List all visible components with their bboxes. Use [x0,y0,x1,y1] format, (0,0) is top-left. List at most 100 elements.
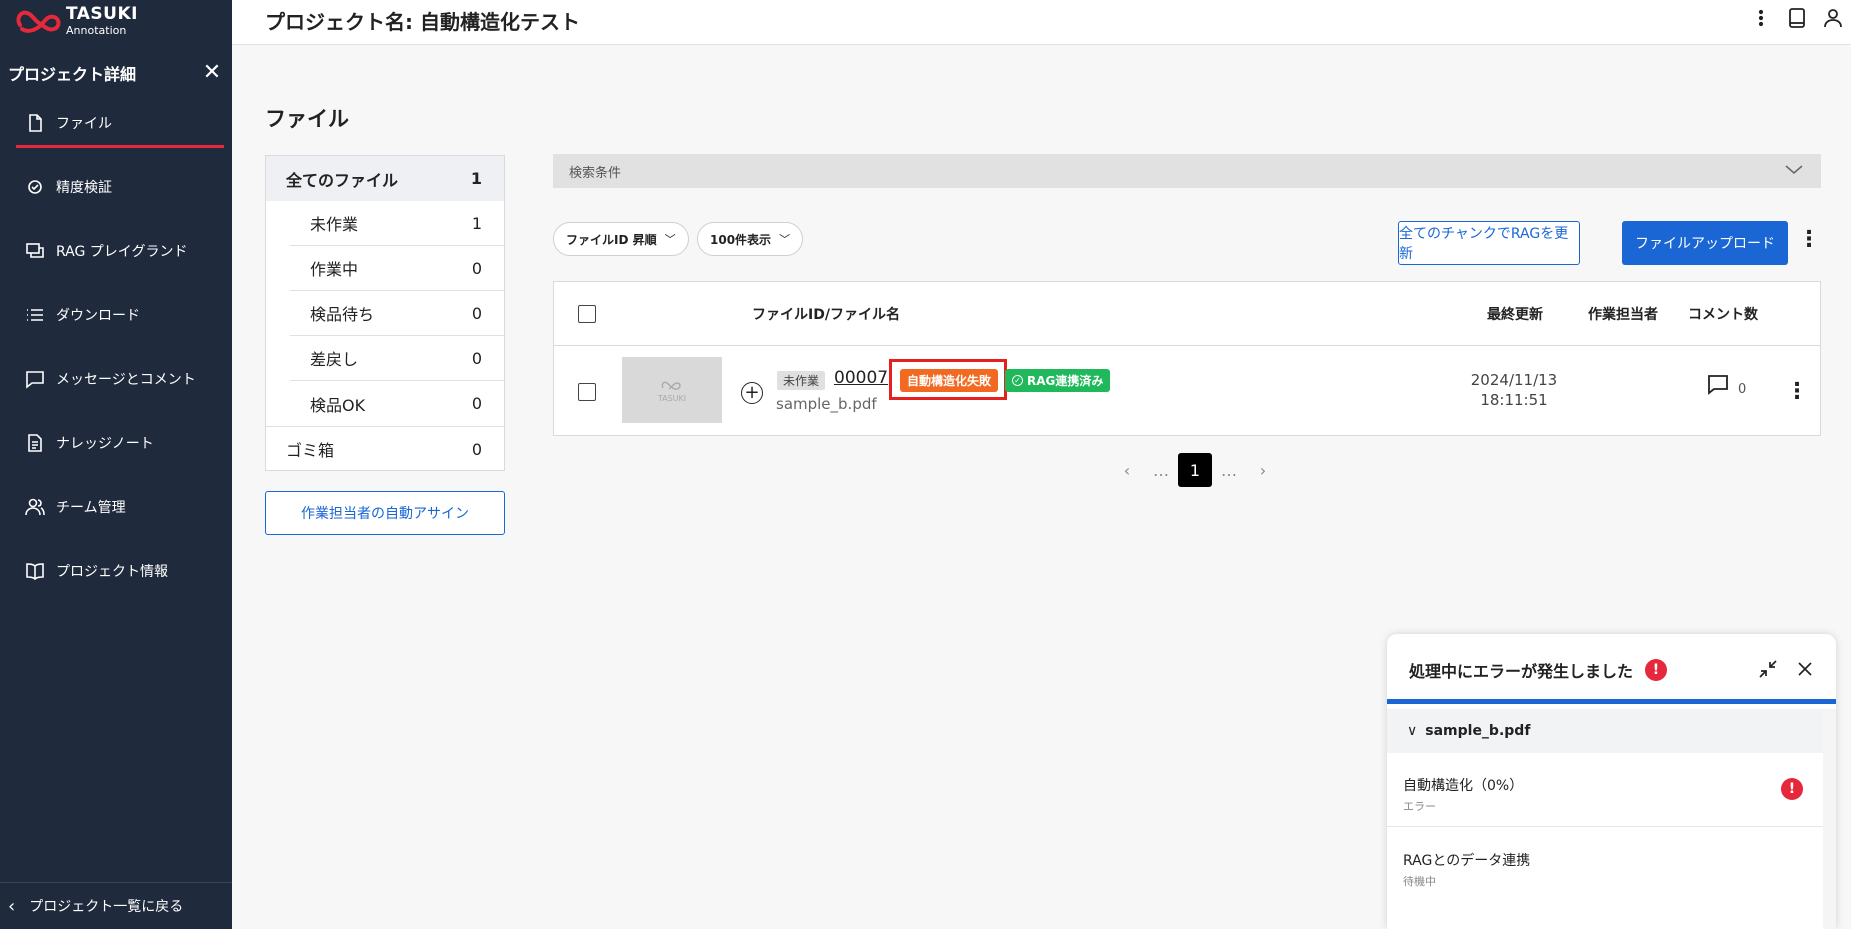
step-status: 待機中 [1403,875,1436,888]
sidebar-item-accuracy[interactable]: 精度検証 [24,177,112,197]
sidebar-header: プロジェクト詳細 ✕ [8,60,224,85]
sidebar-item-file[interactable]: ファイル [24,113,112,133]
sidebar-title: プロジェクト詳細 [8,64,137,84]
team-icon [24,497,46,517]
sidebar-item-rag-playground[interactable]: RAG プレイグランド [24,241,188,261]
last-updated: 2024/11/13 18:11:51 [1464,370,1564,410]
more-vertical-icon[interactable]: ⋮ [1798,226,1820,254]
per-page-select[interactable]: 100件表示 ﹀ [697,222,804,256]
sidebar: TASUKI Annotation プロジェクト詳細 ✕ ファイル 精度検証 R… [0,0,232,929]
filter-label: 作業中 [310,260,359,279]
filter-label: 全てのファイル [286,170,399,190]
page-heading: ファイル [265,107,349,131]
more-vertical-icon[interactable] [1743,4,1779,32]
filter-label: 未作業 [310,215,359,234]
filter-in-progress[interactable]: 作業中 0 [290,246,504,291]
file-thumbnail[interactable]: TASUKI [622,357,722,423]
chevron-down-icon: ﹀ [664,233,676,246]
current-page-button[interactable]: 1 [1178,453,1212,487]
manual-book-icon[interactable] [1779,4,1815,32]
highlight-box [889,359,1007,400]
row-checkbox[interactable] [578,383,596,401]
filter-label: 差戻し [310,350,359,369]
back-label: プロジェクト一覧に戻る [29,899,184,915]
page-title: プロジェクト名: 自動構造化テスト [265,10,580,34]
back-to-projects-link[interactable]: ‹ プロジェクト一覧に戻る [0,882,232,929]
pagination: ‹ … 1 … › [1110,453,1280,487]
error-file-toggle[interactable]: ∨ sample_b.pdf [1387,709,1823,753]
filter-inspection-ok[interactable]: 検品OK 0 [290,381,504,426]
filter-count: 1 [471,213,482,233]
alert-icon: ! [1781,778,1803,800]
file-id-link[interactable]: 00007 [834,368,888,388]
scrollbar[interactable] [1823,709,1836,929]
pagination-ellipsis: … [1221,460,1237,480]
expand-plus-icon[interactable]: + [741,382,763,404]
sidebar-item-project-info[interactable]: プロジェクト情報 [24,561,168,581]
accuracy-icon [24,177,46,197]
filter-unstarted[interactable]: 未作業 1 [290,201,504,246]
filter-count: 0 [471,303,482,323]
sidebar-item-label: 精度検証 [56,180,112,196]
sidebar-item-team[interactable]: チーム管理 [24,497,126,517]
comment-count: 0 [1738,382,1747,397]
process-step: 自動構造化（0%） エラー ! [1387,753,1823,827]
file-upload-button[interactable]: ファイルアップロード [1622,221,1788,265]
process-step: RAGとのデータ連携 待機中 [1387,828,1823,902]
logo-title: TASUKI [66,4,138,24]
file-table: ファイルID/ファイル名 最終更新 作業担当者 コメント数 TASUKI + 未… [553,281,1821,436]
step-title: 自動構造化（0%） [1403,778,1524,794]
sort-select[interactable]: ファイルID 昇順 ﹀ [553,222,689,256]
alert-icon: ! [1645,659,1667,681]
table-header: ファイルID/ファイル名 最終更新 作業担当者 コメント数 [554,282,1820,346]
rag-linked-badge: ✓ RAG連携済み [1005,369,1111,392]
column-header-updated[interactable]: 最終更新 [1487,304,1543,324]
active-indicator [16,145,224,148]
column-header-file: ファイルID/ファイル名 [752,307,900,323]
auto-assign-button[interactable]: 作業担当者の自動アサイン [265,491,505,535]
search-conditions-toggle[interactable]: 検索条件 [553,154,1821,188]
status-badge: 未作業 [777,371,826,390]
user-icon[interactable] [1815,4,1851,32]
thumbnail-text: TASUKI [657,393,687,403]
filter-count: 0 [471,394,482,413]
close-icon[interactable]: ✕ [200,60,224,85]
filter-all-files[interactable]: 全てのファイル 1 [266,156,504,201]
select-all-checkbox[interactable] [578,305,596,323]
close-icon[interactable] [1792,656,1818,682]
error-panel: 処理中にエラーが発生しました ! ∨ sample_b.pdf 自動構造化（0%… [1387,634,1836,929]
filter-count: 0 [471,258,482,278]
chevron-down-icon: ﹀ [779,233,791,246]
filter-trash[interactable]: ゴミ箱 0 [266,426,504,471]
sidebar-item-messages[interactable]: メッセージとコメント [24,369,196,389]
step-title: RAGとのデータ連携 [1403,853,1531,869]
logo[interactable]: TASUKI Annotation [14,2,138,40]
sidebar-item-label: RAG プレイグランド [56,244,188,260]
comment-button[interactable]: 0 [1706,373,1746,397]
status-filter-panel: 全てのファイル 1 未作業 1 作業中 0 検品待ち 0 差戻し 0 検品OK … [265,155,505,471]
pagination-ellipsis: … [1153,460,1169,480]
more-vertical-icon[interactable]: ⋮ [1786,378,1808,406]
filter-returned[interactable]: 差戻し 0 [290,336,504,381]
per-page-label: 100件表示 [710,232,772,247]
filter-label: 検品OK [310,395,366,415]
list-icon [24,305,46,325]
comment-icon [1708,375,1728,395]
chevron-left-icon: ‹ [8,895,16,917]
filter-count: 0 [471,348,482,368]
sidebar-item-knowledge[interactable]: ナレッジノート [24,433,154,453]
column-header-comments: コメント数 [1688,307,1758,323]
tasuki-logo-icon [16,10,61,33]
sidebar-item-download[interactable]: ダウンロード [24,305,140,325]
filter-count: 0 [471,439,482,459]
sidebar-item-label: ナレッジノート [56,436,154,452]
tasuki-logo-icon [661,381,681,390]
filter-awaiting-inspection[interactable]: 検品待ち 0 [290,291,504,336]
rag-update-all-button[interactable]: 全てのチャンクでRAGを更新 [1398,221,1580,265]
sidebar-item-label: ファイル [56,116,112,132]
error-file-name: sample_b.pdf [1425,723,1531,739]
prev-page-button[interactable]: ‹ [1110,453,1144,487]
updated-date: 2024/11/13 [1470,371,1558,389]
next-page-button[interactable]: › [1246,453,1280,487]
minimize-icon[interactable] [1755,656,1781,682]
